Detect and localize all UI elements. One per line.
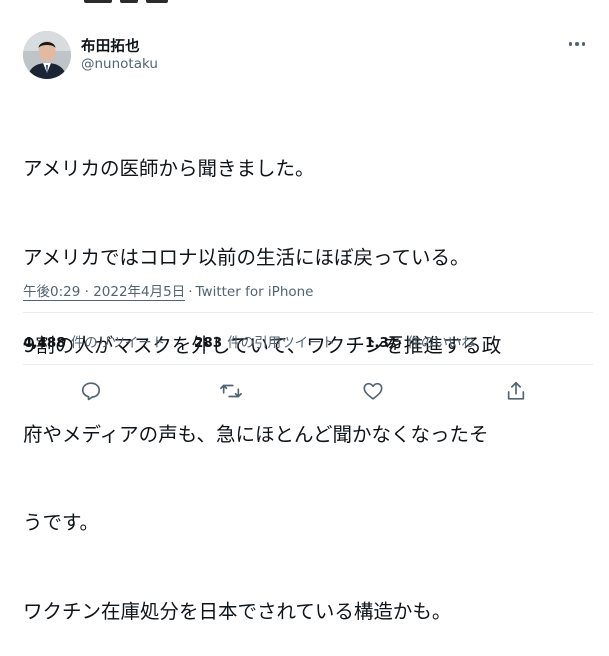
display-name[interactable]: 布田拓也 (81, 35, 140, 56)
like-count[interactable]: 1.3万 件のいいね (365, 331, 475, 351)
tweet-text: アメリカの医師から聞きました。 アメリカではコロナ以前の生活にほぼ戻っている。 … (23, 95, 593, 656)
quote-count[interactable]: 283 件の引用ツイート (194, 331, 335, 351)
quote-count-label: 件の引用ツイート (227, 335, 336, 351)
reply-icon[interactable] (78, 378, 104, 404)
metadata-separator: · (188, 284, 193, 300)
tweet-text-line: アメリカの医師から聞きました。 (23, 157, 315, 180)
divider (23, 364, 593, 365)
tweet-source[interactable]: Twitter for iPhone (196, 284, 314, 300)
retweet-icon[interactable] (218, 378, 244, 404)
user-handle[interactable]: @nunotaku (81, 56, 158, 72)
tweet-text-line: アメリカではコロナ以前の生活にほぼ戻っている。 (23, 245, 470, 269)
retweet-count-value: 4,488 (23, 335, 66, 351)
quote-count-value: 283 (194, 335, 223, 351)
tweet-text-line: ワクチン在庫処分を日本でされている構造かも。 (23, 599, 452, 623)
tweet-text-line: うです。 (23, 511, 100, 534)
like-count-label: 件のいいね (407, 335, 475, 351)
more-options-icon[interactable] (563, 34, 591, 54)
tweet-text-line: 府やメディアの声も、急にほとんど聞かなくなったそ (23, 422, 489, 446)
share-icon[interactable] (503, 378, 529, 404)
tweet-metadata: 午後0:29 · 2022年4月5日 · Twitter for iPhone (23, 280, 314, 301)
divider (23, 312, 593, 313)
like-icon[interactable] (360, 378, 386, 404)
like-count-value: 1.3万 (365, 335, 403, 351)
retweet-count-label: 件のリツイート (70, 335, 166, 351)
retweet-count[interactable]: 4,488 件のリツイート (23, 331, 165, 351)
avatar[interactable] (23, 31, 71, 79)
previous-tweet-fragment (0, 0, 609, 6)
tweet-timestamp[interactable]: 午後0:29 · 2022年4月5日 (23, 284, 186, 301)
